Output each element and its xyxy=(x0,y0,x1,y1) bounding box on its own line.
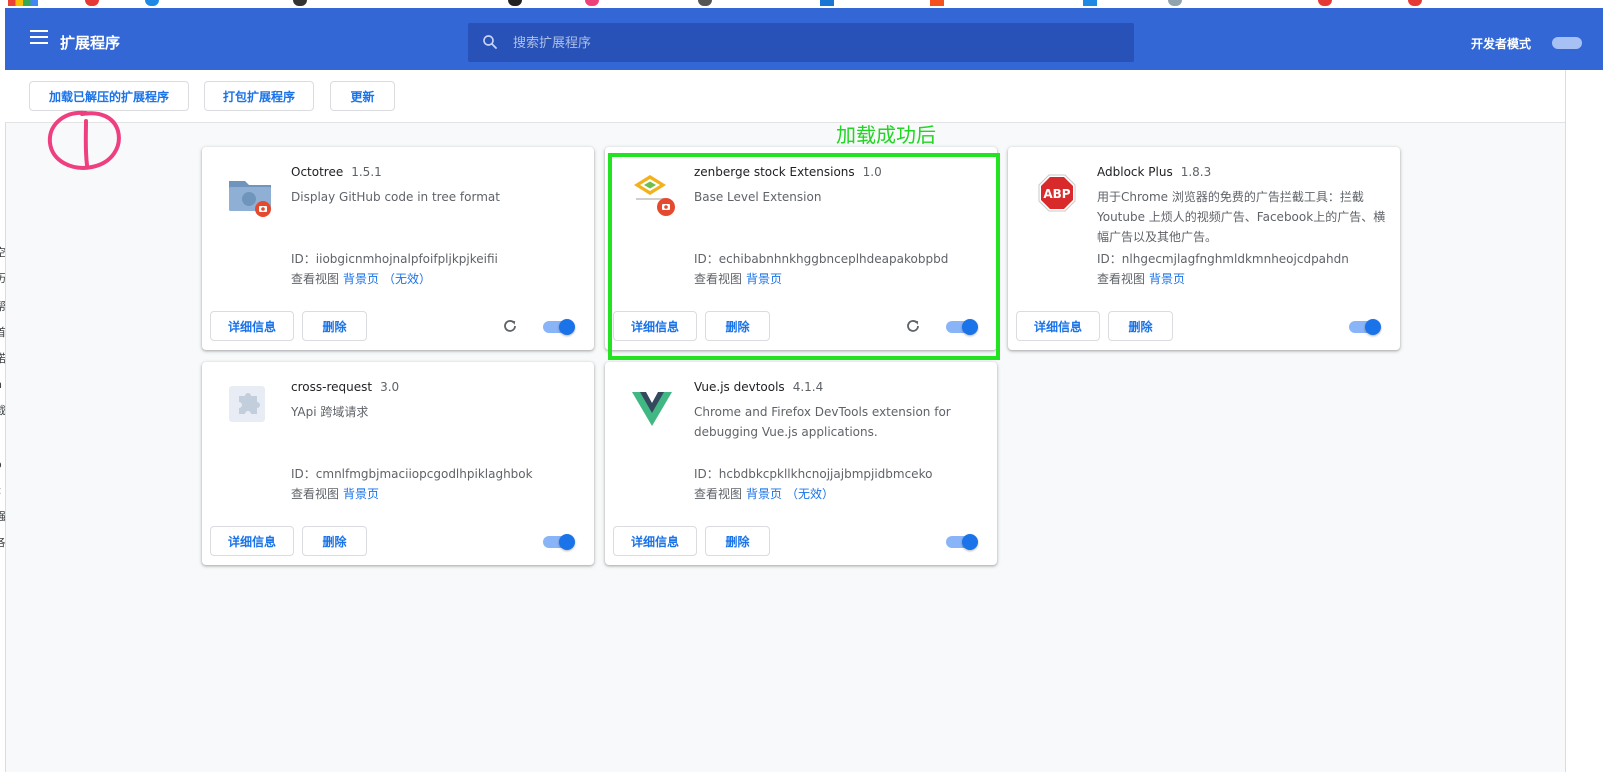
success-highlight-box xyxy=(608,153,1000,360)
extension-version: 1.5.1 xyxy=(351,165,382,179)
developer-mode-toggle[interactable] xyxy=(1552,37,1582,49)
bookmark-icon[interactable] xyxy=(1083,0,1097,6)
bookmark-icon[interactable] xyxy=(145,0,159,6)
developer-toolbar: 加载已解压的扩展程序 打包扩展程序 更新 xyxy=(5,70,1565,123)
extension-card-vue-devtools: Vue.js devtools 4.1.4 Chrome and Firefox … xyxy=(605,362,997,565)
inactive-label: （无效） xyxy=(383,272,432,286)
bookmark-icon[interactable] xyxy=(1408,0,1422,6)
extension-version: 4.1.4 xyxy=(792,380,824,394)
adjacent-window-strip-right xyxy=(1565,70,1603,772)
inspect-views: 查看视图 背景页 （无效） xyxy=(694,487,835,501)
enable-toggle[interactable] xyxy=(543,319,575,335)
bookmark-icon[interactable] xyxy=(1318,0,1332,6)
bookmark-icon[interactable] xyxy=(820,0,834,6)
extension-id: ID：hcbdbkcpkllkhcnojjajbmpjidbmceko xyxy=(694,467,933,481)
extension-id: ID：nlhgecmjlagfnghmldkmnheojcdpahdn xyxy=(1097,252,1349,266)
svg-text:ABP: ABP xyxy=(1043,187,1070,201)
background-page-link[interactable]: 背景页 xyxy=(343,487,379,501)
pack-extension-button[interactable]: 打包扩展程序 xyxy=(204,81,314,111)
bookmark-icon[interactable] xyxy=(698,0,712,6)
extension-name: Octotree 1.5.1 xyxy=(291,165,382,179)
apps-icon[interactable] xyxy=(8,0,38,6)
annotation-text: 加载成功后 xyxy=(836,123,936,147)
background-page-link[interactable]: 背景页 xyxy=(746,487,782,501)
extension-name: Adblock Plus 1.8.3 xyxy=(1097,165,1212,179)
abp-stop-sign-icon: ABP xyxy=(1038,174,1076,212)
details-button[interactable]: 详细信息 xyxy=(210,311,294,341)
reload-icon[interactable] xyxy=(502,318,518,334)
search-input[interactable] xyxy=(511,23,1115,64)
bookmark-icon[interactable] xyxy=(1168,0,1182,6)
details-button[interactable]: 详细信息 xyxy=(613,526,697,556)
bookmark-icon[interactable] xyxy=(930,0,944,6)
extension-card-adblock-plus: ABP Adblock Plus 1.8.3 用于Chrome 浏览器的免费的广告… xyxy=(1008,147,1400,350)
octotree-folder-icon xyxy=(229,181,271,217)
remove-button[interactable]: 删除 xyxy=(1108,311,1173,341)
background-page-link[interactable]: 背景页 xyxy=(1149,272,1185,286)
enable-toggle[interactable] xyxy=(543,534,575,550)
details-button[interactable]: 详细信息 xyxy=(210,526,294,556)
extension-id: ID：iiobgicnmhojnalpfoifpljkpjkeifii xyxy=(291,252,498,266)
extension-name: Vue.js devtools 4.1.4 xyxy=(694,380,824,394)
inspect-views: 查看视图 背景页 xyxy=(291,487,380,501)
remove-button[interactable]: 删除 xyxy=(705,526,770,556)
extension-version: 1.8.3 xyxy=(1180,165,1212,179)
developer-mode-label: 开发者模式 xyxy=(1471,37,1532,51)
bookmark-icon[interactable] xyxy=(293,0,307,6)
extensions-header: 扩展程序 开发者模式 xyxy=(5,8,1603,70)
bookmark-icon[interactable] xyxy=(85,0,99,6)
extension-version: 3.0 xyxy=(380,380,400,394)
circled-one-annotation-icon xyxy=(47,110,121,170)
bookmark-icon[interactable] xyxy=(585,0,599,6)
vue-logo-icon xyxy=(632,392,672,426)
extension-name: cross-request 3.0 xyxy=(291,380,400,394)
puzzle-piece-icon xyxy=(229,386,265,422)
extension-description: YApi 跨域请求 xyxy=(291,405,369,419)
update-button[interactable]: 更新 xyxy=(330,81,395,111)
inspect-views: 查看视图 背景页 （无效） xyxy=(291,272,432,286)
enable-toggle[interactable] xyxy=(946,534,978,550)
github-bookmark-icon[interactable] xyxy=(508,0,522,6)
remove-button[interactable]: 删除 xyxy=(302,526,367,556)
page-title: 扩展程序 xyxy=(60,34,121,52)
hamburger-menu-icon[interactable] xyxy=(30,30,48,46)
search-icon xyxy=(483,35,497,49)
remove-button[interactable]: 删除 xyxy=(302,311,367,341)
inactive-label: （无效） xyxy=(786,487,835,501)
inspect-views: 查看视图 背景页 xyxy=(1097,272,1186,286)
extension-description: Chrome and Firefox DevTools extension fo… xyxy=(694,405,951,439)
bookmarks-bar xyxy=(0,0,1603,8)
extension-description: 用于Chrome 浏览器的免费的广告拦截工具：拦截 Youtube 上烦人的视频… xyxy=(1097,190,1386,244)
enable-toggle[interactable] xyxy=(1349,319,1381,335)
background-page-link[interactable]: 背景页 xyxy=(343,272,379,286)
extension-description: Display GitHub code in tree format xyxy=(291,190,500,204)
search-box[interactable] xyxy=(468,23,1134,64)
extension-card-cross-request: cross-request 3.0 YApi 跨域请求 ID：cmnlfmgbjm… xyxy=(202,362,594,565)
extension-card-octotree: Octotree 1.5.1 Display GitHub code in tre… xyxy=(202,147,594,350)
extension-id: ID：cmnlfmgbjmaciiopcgodlhpiklaghbok xyxy=(291,467,533,481)
details-button[interactable]: 详细信息 xyxy=(1016,311,1100,341)
